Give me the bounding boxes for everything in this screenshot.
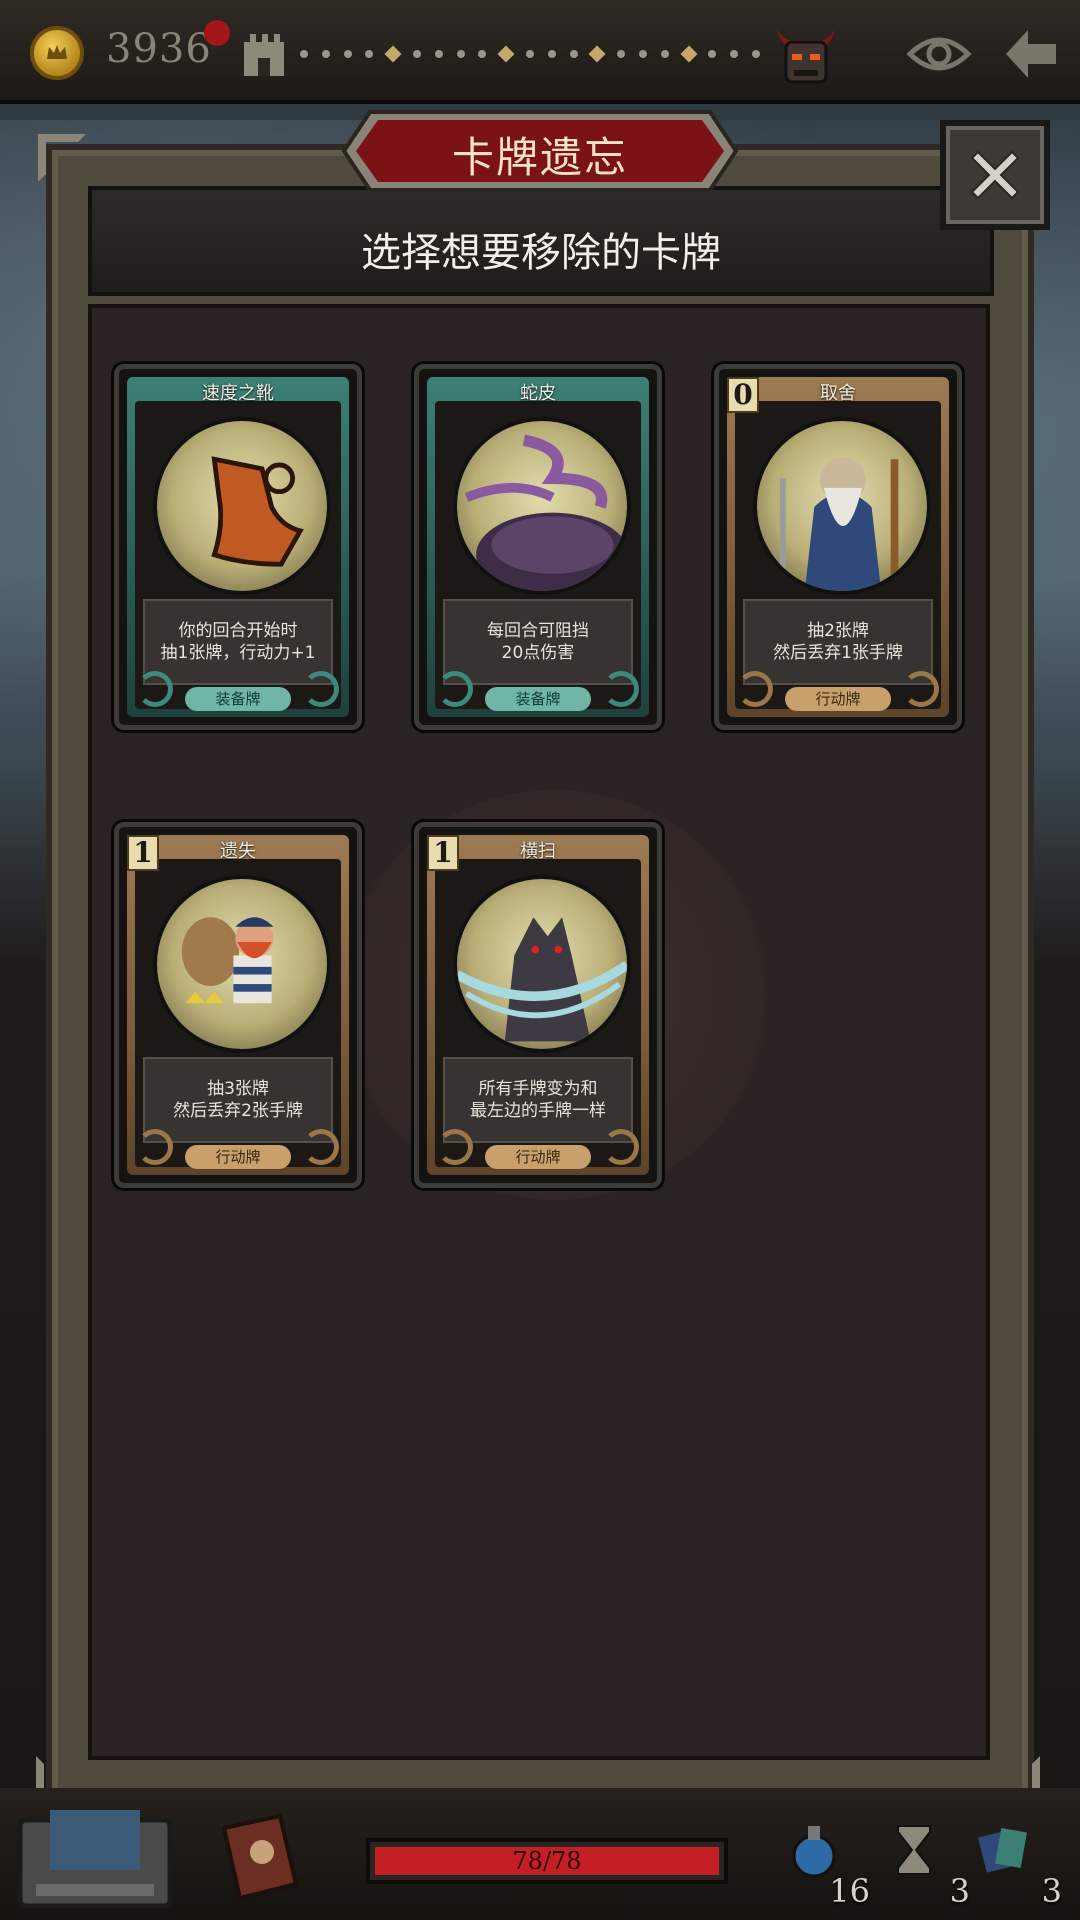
panel-title: 卡牌遗忘 — [451, 133, 628, 182]
deck-count: 3 — [1041, 1872, 1062, 1910]
path-node-dot — [300, 50, 308, 58]
card-swirl-ornament — [903, 671, 939, 707]
card-swirl-ornament — [437, 671, 473, 707]
card-swirl-ornament — [603, 1129, 639, 1165]
coin-icon — [30, 26, 84, 80]
hp-text: 78/78 — [512, 1847, 582, 1875]
werewolf-icon — [453, 875, 631, 1053]
card-swirl-ornament — [303, 671, 339, 707]
panel-subtitle: 选择想要移除的卡牌 — [361, 230, 721, 276]
panel-corner-ornament — [38, 134, 86, 182]
snakeskin-icon — [453, 417, 631, 595]
card-type-label: 行动牌 — [185, 1145, 291, 1169]
path-node-dot — [660, 50, 669, 58]
path-node-dot — [525, 50, 534, 58]
demon-boss-icon[interactable] — [770, 18, 842, 90]
potion-icon — [792, 1826, 836, 1878]
path-node-diamond — [497, 45, 515, 63]
card-description: 抽3张牌 然后丢弃2张手牌 — [143, 1057, 333, 1143]
path-node-diamond — [384, 45, 402, 63]
treasure-chest-icon[interactable] — [10, 1800, 180, 1910]
card-deck-icon — [978, 1828, 1027, 1873]
path-node-dot — [708, 50, 717, 58]
hourglass-count: 3 — [949, 1872, 970, 1910]
path-node-dot — [456, 50, 465, 58]
path-node-diamond — [588, 45, 606, 63]
back-arrow-icon[interactable] — [1000, 24, 1060, 84]
card-lost[interactable]: 遗失 1 抽3张牌 然后丢弃2张手牌 行动牌 — [114, 822, 362, 1188]
card-name: 速度之靴 — [202, 383, 274, 404]
hourglass-icon — [897, 1825, 931, 1875]
card-cost: 1 — [127, 835, 159, 871]
hourglass-counter[interactable]: 3 — [880, 1814, 980, 1914]
hp-bar-fill: 78/78 — [375, 1847, 719, 1875]
card-speed-boots[interactable]: 速度之靴 你的回合开始时 抽1张牌，行动力+1 装备牌 — [114, 364, 362, 730]
path-node-dot — [343, 50, 352, 58]
path-node-dot — [751, 50, 760, 58]
deck-counter[interactable]: 3 — [972, 1814, 1072, 1914]
card-cost: 1 — [427, 835, 459, 871]
old-wizard-icon — [753, 417, 931, 595]
card-swirl-ornament — [603, 671, 639, 707]
boot-icon — [153, 417, 331, 595]
close-x-icon — [970, 150, 1020, 200]
card-name: 蛇皮 — [520, 383, 556, 404]
map-path — [300, 45, 760, 63]
card-cost: 0 — [727, 377, 759, 413]
path-node-diamond — [680, 45, 698, 63]
card-swirl-ornament — [737, 671, 773, 707]
journal-book-icon[interactable] — [210, 1808, 306, 1904]
card-description: 抽2张牌 然后丢弃1张手牌 — [743, 599, 933, 685]
card-type-label: 行动牌 — [485, 1145, 591, 1169]
card-sweep[interactable]: 横扫 1 所有手牌变为和 最左边的手牌一样 行动牌 — [414, 822, 662, 1188]
card-swirl-ornament — [137, 1129, 173, 1165]
notification-dot — [204, 20, 230, 46]
path-node-dot — [412, 50, 421, 58]
potion-count: 16 — [829, 1872, 870, 1910]
path-node-dot — [434, 50, 443, 58]
pirate-thief-icon — [153, 875, 331, 1053]
path-node-dot — [617, 50, 626, 58]
card-swirl-ornament — [437, 1129, 473, 1165]
path-node-dot — [730, 50, 739, 58]
close-button[interactable] — [940, 120, 1050, 230]
path-node-dot — [569, 50, 578, 58]
card-description: 你的回合开始时 抽1张牌，行动力+1 — [143, 599, 333, 685]
card-description: 所有手牌变为和 最左边的手牌一样 — [443, 1057, 633, 1143]
card-type-label: 装备牌 — [185, 687, 291, 711]
path-node-dot — [478, 50, 487, 58]
card-swirl-ornament — [137, 671, 173, 707]
castle-tower-icon[interactable] — [236, 24, 292, 80]
card-snakeskin[interactable]: 蛇皮 每回合可阻挡 20点伤害 装备牌 — [414, 364, 662, 730]
card-description: 每回合可阻挡 20点伤害 — [443, 599, 633, 685]
card-swirl-ornament — [303, 1129, 339, 1165]
path-node-dot — [365, 50, 374, 58]
eye-icon[interactable] — [906, 30, 972, 78]
card-type-label: 行动牌 — [785, 687, 891, 711]
potion-counter[interactable]: 16 — [780, 1814, 880, 1914]
card-trade-off[interactable]: 取舍 0 抽2张牌 然后丢弃1张手牌 行动牌 — [714, 364, 962, 730]
gold-amount: 3936 — [106, 26, 212, 72]
card-type-label: 装备牌 — [485, 687, 591, 711]
path-node-dot — [638, 50, 647, 58]
path-node-dot — [321, 50, 330, 58]
hp-bar: 78/78 — [366, 1838, 728, 1884]
path-node-dot — [547, 50, 556, 58]
